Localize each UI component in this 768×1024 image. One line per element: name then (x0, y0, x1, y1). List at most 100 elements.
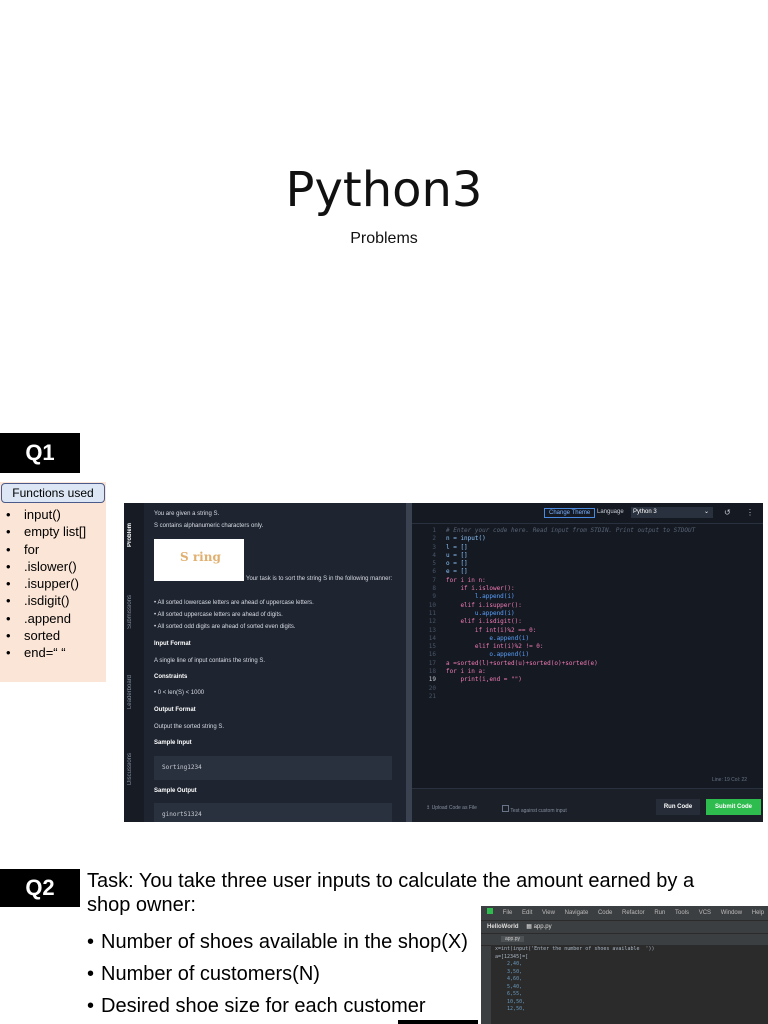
change-theme-button[interactable]: Change Theme (544, 508, 596, 518)
q2-bullet: Desired shoe size for each customer (87, 990, 468, 1022)
submit-code-button[interactable]: Submit Code (706, 799, 761, 815)
code-line: 16 o.append(i) (428, 651, 530, 659)
menu-item[interactable]: VCS (699, 910, 711, 916)
code-line: 6e = [] (432, 568, 468, 576)
more-options-icon[interactable]: ⋮ (746, 508, 754, 517)
problem-rule: • All sorted odd digits are ahead of sor… (154, 624, 296, 630)
tab-leaderboard[interactable]: Leaderboard (127, 675, 133, 709)
q1-tag: Q1 (0, 433, 80, 473)
code-line: 15 elif int(i)%2 != 0: (428, 643, 544, 651)
code-line: a=[12345]=[ (495, 953, 529, 960)
cursor-status: Line: 19 Col: 22 (712, 777, 748, 783)
function-item: for (4, 541, 86, 559)
code-line: 4,60, (495, 976, 523, 982)
code-line: 7 for i in n: (432, 576, 486, 584)
upload-file-link[interactable]: ↥ Upload Code as File (426, 805, 477, 811)
code-line: 4u = [] (432, 551, 468, 559)
function-item: .append (4, 610, 86, 628)
code-line: 8 if i.islower(): (432, 585, 515, 593)
function-item: .isupper() (4, 575, 86, 593)
function-item: input() (4, 506, 86, 524)
ide-screenshot: File Edit View Navigate Code Refactor Ru… (481, 906, 768, 1024)
code-line: 2,40, (495, 961, 523, 967)
q2-bullet: Number of customers(N) (87, 958, 468, 990)
problem-rule: • All sorted lowercase letters are ahead… (154, 600, 314, 606)
upload-icon: ↥ (426, 805, 431, 811)
sample-input-box: Sorting1234 (154, 756, 392, 780)
constraints-text: • 0 < len(S) < 1000 (154, 690, 205, 696)
editor-footer: ↥ Upload Code as File Test against custo… (412, 788, 763, 822)
code-line: 12,50, (495, 1006, 526, 1012)
tab-submissions[interactable]: Submissions (127, 595, 133, 629)
code-line: x=int(input('Enter the number of shoes a… (495, 946, 655, 952)
problem-intro: S contains alphanumeric characters only. (154, 523, 264, 529)
tab-discussions[interactable]: Discussions (127, 753, 133, 785)
code-line: 20 (428, 684, 436, 692)
project-name[interactable]: HelloWorld (487, 924, 519, 930)
code-line: 6,55, (495, 991, 523, 997)
project-side-panel[interactable] (481, 946, 491, 1024)
slide-title: Python3 (285, 162, 483, 218)
file-name[interactable]: app.py (534, 924, 552, 930)
code-line: 12 elif i.isdigit(): (428, 618, 522, 626)
menu-item[interactable]: View (542, 910, 555, 916)
code-line: 1 # Enter your code here. Read input from… (432, 527, 696, 534)
function-item: .isdigit() (4, 592, 86, 610)
problem-task-text: Your task is to sort the string S in the… (246, 576, 393, 582)
functions-list: input() empty list[] for .islower() .isu… (4, 506, 86, 662)
answer-bar (398, 1020, 478, 1024)
language-label: Language (597, 509, 624, 515)
code-line: 5,40, (495, 983, 523, 990)
code-line: 13 if int(i)%2 == 0: (428, 626, 537, 634)
menu-item[interactable]: File (503, 910, 513, 916)
slide-subtitle: Problems (350, 230, 418, 247)
input-format-heading: Input Format (154, 641, 191, 647)
q2-tag: Q2 (0, 869, 80, 907)
tab-problem[interactable]: Problem (127, 523, 133, 547)
menu-item[interactable]: Code (598, 910, 612, 916)
menu-item[interactable]: Edit (522, 910, 532, 916)
ide-menu-bar: File Edit View Navigate Code Refactor Ru… (481, 906, 768, 920)
code-line: 10 elif i.isupper(): (428, 601, 522, 609)
problem-side-tabs: Problem Submissions Leaderboard Discussi… (124, 503, 144, 822)
problem-statement: You are given a string S. S contains alp… (144, 503, 406, 822)
functions-header: Functions used (1, 483, 105, 503)
code-line: 3,50, (495, 968, 523, 975)
code-editor[interactable]: Change Theme Language Python 3 ⌄ ↺ ⋮ 1 # E… (412, 503, 763, 822)
editor-toolbar: Change Theme Language Python 3 ⌄ ↺ ⋮ (412, 503, 763, 524)
run-code-button[interactable]: Run Code (656, 799, 700, 815)
language-select[interactable]: Python 3 ⌄ (631, 507, 713, 518)
menu-item[interactable]: Refactor (622, 910, 645, 916)
menu-item[interactable]: Run (654, 910, 665, 916)
ide-editor-tab[interactable]: app.py (481, 934, 768, 945)
problem-image-text: S ring (180, 550, 221, 564)
code-line: 2n = input() (432, 535, 486, 543)
sample-output-box: ginortS1324 (154, 803, 392, 822)
input-format-text: A single line of input contains the stri… (154, 658, 266, 664)
ide-code-area[interactable]: x=int(input('Enter the number of shoes a… (495, 946, 655, 1014)
function-item: .islower() (4, 558, 86, 576)
ide-breadcrumb: HelloWorld ▦ app.py (481, 920, 768, 933)
code-line: 9 l.append(i) (432, 593, 515, 601)
reset-icon[interactable]: ↺ (724, 508, 731, 517)
code-area[interactable]: 1 # Enter your code here. Read input from… (412, 527, 763, 701)
q2-bullet-list: Number of shoes available in the shop(X)… (87, 926, 468, 1022)
code-line: 10,50, (495, 998, 526, 1005)
hackerrank-screenshot: Problem Submissions Leaderboard Discussi… (124, 503, 763, 822)
ide-logo-icon (487, 908, 493, 914)
q2-bullet: Number of shoes available in the shop(X) (87, 926, 468, 958)
menu-item[interactable]: Navigate (565, 910, 589, 916)
problem-rule: • All sorted uppercase letters are ahead… (154, 612, 283, 618)
menu-item[interactable]: Window (721, 910, 742, 916)
menu-item[interactable]: Help (752, 910, 764, 916)
chevron-down-icon: ⌄ (703, 509, 709, 515)
code-line: 5o = [] (432, 560, 468, 568)
code-line: 14 e.append(i) (428, 634, 530, 642)
code-line: 11 u.append(i) (428, 609, 515, 617)
code-line: 3l = [] (432, 543, 468, 551)
custom-input-checkbox[interactable]: Test against custom input (502, 805, 567, 814)
menu-item[interactable]: Tools (675, 910, 689, 916)
output-format-text: Output the sorted string S. (154, 724, 225, 730)
constraints-heading: Constraints (154, 674, 188, 680)
code-line: 18 for i in a: (428, 668, 486, 676)
